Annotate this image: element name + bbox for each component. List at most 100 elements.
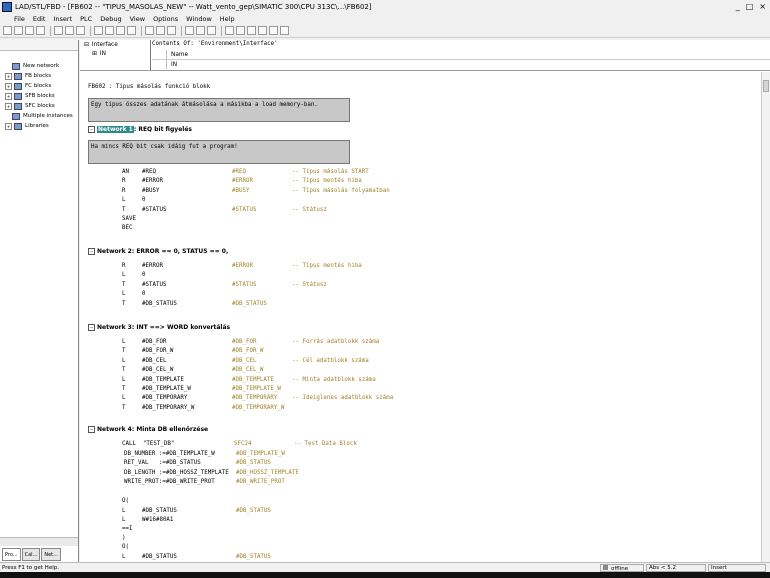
network-4-title[interactable]: − Network 4: Minta DB ellenőrzése xyxy=(88,426,208,433)
monitor-icon[interactable] xyxy=(127,26,136,35)
collapse-icon[interactable]: − xyxy=(88,248,95,255)
call-parameter[interactable]: DB_LENGTH :=#DB_HOSSZ_TEMPLATE xyxy=(124,470,229,476)
stl-operand[interactable]: #DB_TEMPORARY xyxy=(142,395,187,401)
network-3-title[interactable]: − Network 3: INT ==> WORD konvertálás xyxy=(88,324,230,331)
menu-insert[interactable]: Insert xyxy=(49,15,76,23)
menu-window[interactable]: Window xyxy=(182,15,216,23)
stl-opcode[interactable]: L xyxy=(122,197,126,203)
stl-opcode[interactable]: R xyxy=(122,188,126,194)
vertical-scrollbar[interactable] xyxy=(761,72,770,562)
upload-icon[interactable] xyxy=(105,26,114,35)
stl-opcode[interactable]: T xyxy=(122,367,126,373)
call-statement[interactable]: CALL "TEST_DB" xyxy=(122,441,174,447)
coil-icon[interactable] xyxy=(247,26,256,35)
block-comment[interactable]: Egy tipus összes adatának átmásolása a m… xyxy=(88,98,350,122)
call-parameter[interactable]: RET_VAL :=#DB_STATUS xyxy=(124,460,201,466)
stl-opcode[interactable]: L xyxy=(122,291,126,297)
stl-opcode[interactable]: T xyxy=(122,348,126,354)
expand-icon[interactable]: + xyxy=(5,72,12,80)
collapse-icon[interactable]: − xyxy=(88,324,95,331)
stl-operand[interactable]: 0 xyxy=(142,197,146,203)
expand-icon[interactable]: + xyxy=(5,102,12,110)
stl-operand[interactable]: #DB_STATUS xyxy=(142,554,177,560)
menu-help[interactable]: Help xyxy=(216,15,239,23)
paste-icon[interactable] xyxy=(76,26,85,35)
menu-options[interactable]: Options xyxy=(149,15,182,23)
stl-operand[interactable]: 0 xyxy=(142,272,146,278)
tree-item-libraries[interactable]: + Libraries xyxy=(5,121,78,131)
stl-operand[interactable]: #REQ xyxy=(142,169,156,175)
stl-opcode[interactable]: R xyxy=(122,263,126,269)
network-2-title[interactable]: − Network 2: ERROR == 0, STATUS == 0, xyxy=(88,248,228,255)
stl-opcode[interactable]: ) xyxy=(122,535,126,541)
stl-opcode[interactable]: R xyxy=(122,178,126,184)
stl-opcode[interactable]: L xyxy=(122,377,126,383)
branch-close-icon[interactable] xyxy=(269,26,278,35)
stl-icon[interactable] xyxy=(196,26,205,35)
stl-opcode[interactable]: SAVE xyxy=(122,216,136,222)
stl-operand[interactable]: #BUSY xyxy=(142,188,159,194)
collapse-icon[interactable]: − xyxy=(88,426,95,433)
stl-opcode[interactable]: ==I xyxy=(122,526,132,532)
menu-file[interactable]: File xyxy=(0,15,29,23)
stl-operand[interactable]: #STATUS xyxy=(142,207,166,213)
stl-operand[interactable]: #DB_FOR_W xyxy=(142,348,173,354)
menu-view[interactable]: View xyxy=(126,15,149,23)
print-icon[interactable] xyxy=(36,26,45,35)
network-1-comment[interactable]: Ha mincs REQ bit csak idáig fut a progra… xyxy=(88,140,350,164)
copy-icon[interactable] xyxy=(65,26,74,35)
tab-network[interactable]: Net... xyxy=(41,548,61,561)
call-parameter[interactable]: DB_NUMBER :=#DB_TEMPLATE_W xyxy=(124,451,215,457)
collapse-icon[interactable]: − xyxy=(88,126,95,133)
code-area[interactable]: FB602 : Tipus másolás funkció blokk Egy … xyxy=(80,72,762,562)
tree-item-fb-blocks[interactable]: + FB blocks xyxy=(5,71,78,81)
tree-item-sfb-blocks[interactable]: + SFB blocks xyxy=(5,91,78,101)
tree-item-new-network[interactable]: New network xyxy=(5,61,78,71)
zoom-icon[interactable] xyxy=(167,26,176,35)
stl-opcode[interactable]: O( xyxy=(122,544,129,550)
stl-operand[interactable]: #DB_STATUS xyxy=(142,508,177,514)
download-icon[interactable] xyxy=(94,26,103,35)
save-icon[interactable] xyxy=(25,26,34,35)
tree-item-multiple-instances[interactable]: Multiple instances xyxy=(5,111,78,121)
stl-operand[interactable]: #DB_TEMPLATE_W xyxy=(142,386,191,392)
stl-opcode[interactable]: T xyxy=(122,301,126,307)
stl-operand[interactable]: #DB_FOR xyxy=(142,339,166,345)
horizontal-scrollbar[interactable] xyxy=(0,537,78,546)
expand-icon[interactable]: + xyxy=(5,122,12,130)
stl-opcode[interactable]: L xyxy=(122,358,126,364)
stl-operand[interactable]: #DB_TEMPLATE xyxy=(142,377,184,383)
stl-opcode[interactable]: T xyxy=(122,386,126,392)
expand-icon[interactable]: + xyxy=(5,82,12,90)
interface-in[interactable]: ⊞ IN xyxy=(80,49,150,58)
tab-call-structure[interactable]: Cal... xyxy=(21,548,41,561)
block-title[interactable]: FB602 : Tipus másolás funkció blokk xyxy=(88,84,210,90)
tree-item-sfc-blocks[interactable]: + SFC blocks xyxy=(5,101,78,111)
help-icon[interactable] xyxy=(280,26,289,35)
stl-opcode[interactable]: T xyxy=(122,405,126,411)
stl-opcode[interactable]: T xyxy=(122,207,126,213)
menu-plc[interactable]: PLC xyxy=(76,15,96,23)
new-icon[interactable] xyxy=(3,26,12,35)
contact-nc-icon[interactable] xyxy=(236,26,245,35)
network-1-title[interactable]: − Network 1: REQ bit figyelés xyxy=(88,126,192,133)
lad-icon[interactable] xyxy=(185,26,194,35)
stl-opcode[interactable]: L xyxy=(122,395,126,401)
stl-opcode[interactable]: BEC xyxy=(122,225,132,231)
tab-program-elements[interactable]: Pro... xyxy=(2,548,21,561)
menu-edit[interactable]: Edit xyxy=(29,15,50,23)
close-button[interactable]: × xyxy=(759,2,766,11)
stl-opcode[interactable]: L xyxy=(122,554,126,560)
branch-open-icon[interactable] xyxy=(258,26,267,35)
scroll-thumb[interactable] xyxy=(763,80,769,92)
stl-operand[interactable]: #DB_TEMPORARY_W xyxy=(142,405,194,411)
online-icon[interactable] xyxy=(116,26,125,35)
interface-root[interactable]: ⊟ Interface xyxy=(80,40,150,49)
stl-opcode[interactable]: T xyxy=(122,282,126,288)
interface-row-in[interactable]: IN xyxy=(167,62,177,68)
call-parameter[interactable]: WRITE_PROT:=#DB_WRITE_PROT xyxy=(124,479,215,485)
stl-operand[interactable]: #DB_STATUS xyxy=(142,301,177,307)
stl-opcode[interactable]: O( xyxy=(122,498,129,504)
overview-icon[interactable] xyxy=(145,26,154,35)
tree-item-fc-blocks[interactable]: + FC blocks xyxy=(5,81,78,91)
